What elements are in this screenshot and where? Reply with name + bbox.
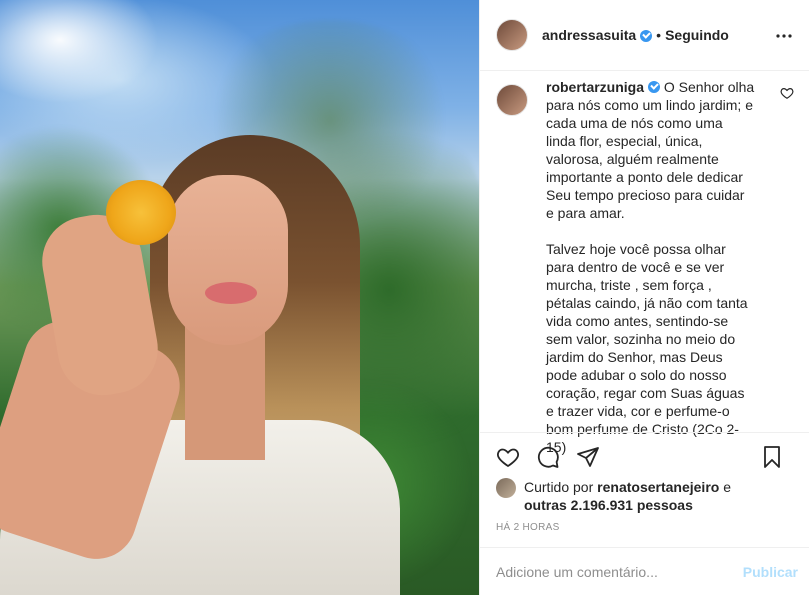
comment-input[interactable] xyxy=(496,563,743,580)
separator-dot: • xyxy=(656,27,662,43)
caption-username[interactable]: robertarzuniga xyxy=(546,79,644,95)
liker-username[interactable]: renatosertanejeiro xyxy=(597,479,719,495)
post-timestamp[interactable]: HÁ 2 HORAS xyxy=(496,522,560,533)
likes-and: e xyxy=(723,479,732,495)
more-options-icon[interactable] xyxy=(775,26,793,44)
action-bar xyxy=(480,432,809,480)
following-button[interactable]: Seguindo xyxy=(665,27,729,43)
author-avatar[interactable] xyxy=(496,19,528,51)
verified-badge-icon xyxy=(640,30,653,42)
caption-text-2: Talvez hoje você possa olhar para dentro… xyxy=(546,241,748,455)
publish-button[interactable]: Publicar xyxy=(743,564,798,580)
caption-section: robertarzuniga O Senhor olha para nós co… xyxy=(480,72,809,455)
comment-icon[interactable] xyxy=(536,445,560,469)
caption-like-icon[interactable] xyxy=(780,86,794,100)
photo-face xyxy=(168,175,288,345)
likes-text: Curtido por renatosertanejeiro e outras … xyxy=(524,478,731,514)
post-header: andressasuita • Seguindo xyxy=(480,0,809,71)
likes-prefix: Curtido por xyxy=(524,479,594,495)
photo-flower xyxy=(106,180,176,245)
likes-summary: Curtido por renatosertanejeiro e outras … xyxy=(496,478,796,514)
caption-body: robertarzuniga O Senhor olha para nós co… xyxy=(546,78,756,455)
share-icon[interactable] xyxy=(576,445,600,469)
instagram-post: andressasuita • Seguindo robertarzuniga … xyxy=(0,0,809,595)
photo-lips xyxy=(205,282,257,304)
heart-icon[interactable] xyxy=(496,445,520,469)
bookmark-icon[interactable] xyxy=(760,445,784,469)
caption-text-1: O Senhor olha para nós como um lindo jar… xyxy=(546,79,755,221)
verified-badge-icon xyxy=(648,81,661,93)
author-username[interactable]: andressasuita xyxy=(542,27,636,43)
post-side-panel: andressasuita • Seguindo robertarzuniga … xyxy=(479,0,809,595)
post-photo[interactable] xyxy=(0,0,479,595)
caption-avatar[interactable] xyxy=(496,84,528,116)
liker-avatar[interactable] xyxy=(496,478,516,498)
comment-box: Publicar xyxy=(480,547,809,595)
likes-others-count[interactable]: outras 2.196.931 pessoas xyxy=(524,497,693,513)
